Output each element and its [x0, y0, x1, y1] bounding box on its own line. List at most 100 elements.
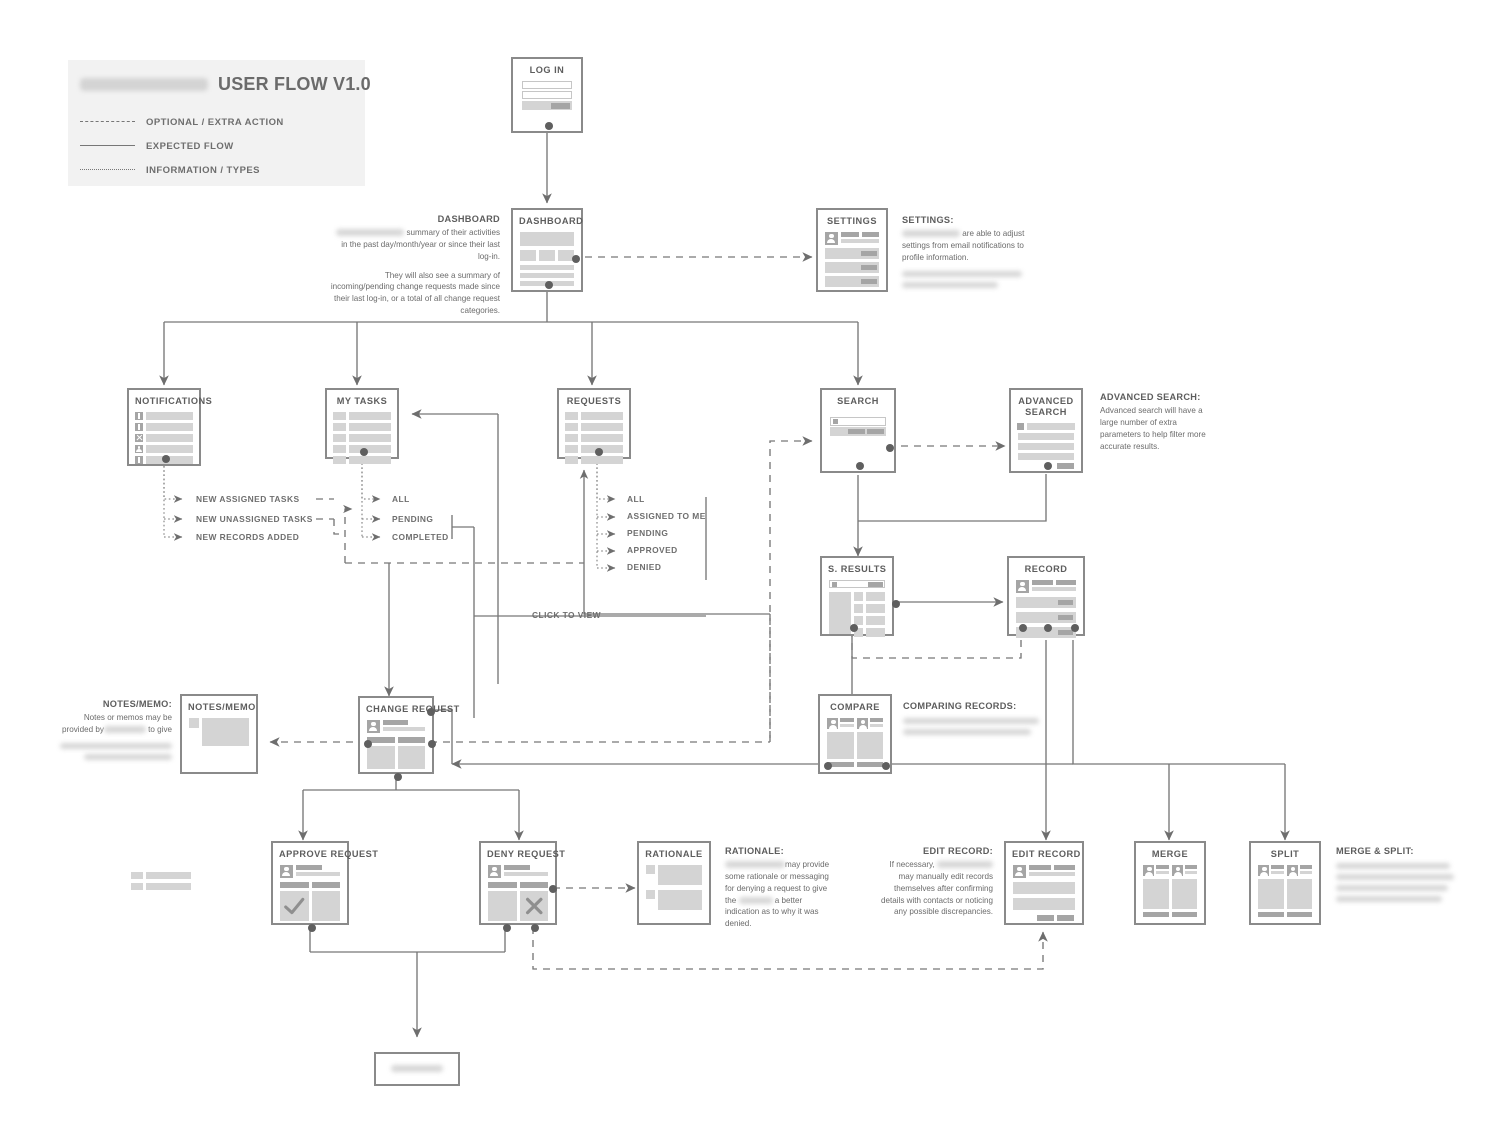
- settings-option-row[interactable]: [825, 275, 879, 287]
- card-my-tasks[interactable]: MY TASKS: [325, 388, 399, 464]
- card-search-results[interactable]: S. RESULTS: [820, 556, 900, 637]
- change-request-old-value[interactable]: [367, 745, 395, 769]
- advanced-search-field-row[interactable]: [1017, 422, 1075, 430]
- request-row[interactable]: [565, 422, 623, 431]
- request-row[interactable]: [565, 444, 623, 453]
- result-row[interactable]: [866, 627, 885, 637]
- login-username-field[interactable]: [522, 80, 572, 89]
- edit-record-cancel-button[interactable]: [1057, 914, 1074, 921]
- results-search-button[interactable]: [868, 582, 883, 588]
- edit-record-save-button[interactable]: [1037, 914, 1054, 921]
- record-field-row[interactable]: [1016, 596, 1076, 608]
- change-request-new-value[interactable]: [397, 745, 425, 769]
- notes-text-area[interactable]: [202, 717, 249, 746]
- card-notifications[interactable]: NOTIFICATIONS: [127, 388, 212, 466]
- record-field-row[interactable]: [1016, 611, 1076, 623]
- annotation-paragraph: Advanced search will have a large number…: [1100, 406, 1206, 451]
- split-record-a[interactable]: [1258, 878, 1284, 909]
- deny-button[interactable]: [519, 890, 548, 921]
- advanced-search-field[interactable]: [1027, 422, 1075, 430]
- card-title: MY TASKS: [336, 396, 388, 406]
- deny-detail-panel[interactable]: [488, 890, 517, 921]
- notification-row[interactable]: [135, 433, 193, 442]
- search-input[interactable]: [830, 416, 886, 426]
- card-change-request[interactable]: CHANGE REQUEST: [358, 696, 459, 781]
- results-facet-panel[interactable]: [829, 591, 851, 634]
- search-clear-button[interactable]: [867, 428, 884, 434]
- notification-row[interactable]: [135, 444, 193, 453]
- change-request-identity-row: [367, 719, 425, 733]
- request-row[interactable]: [565, 411, 623, 420]
- notification-row[interactable]: [135, 411, 193, 420]
- merge-record-b[interactable]: [1171, 878, 1197, 909]
- card-compare[interactable]: COMPARE: [818, 694, 892, 774]
- advanced-search-field[interactable]: [1018, 452, 1074, 460]
- task-row[interactable]: [333, 411, 391, 420]
- compare-record-b[interactable]: [856, 731, 883, 759]
- card-advanced-search[interactable]: ADVANCED SEARCH: [1009, 388, 1083, 473]
- dashboard-tile[interactable]: [520, 249, 536, 261]
- settings-toggle[interactable]: [861, 264, 877, 270]
- user-flow-diagram: USER FLOW V1.0 OPTIONAL / EXTRA ACTION E…: [0, 0, 1500, 1148]
- split-record-b[interactable]: [1286, 878, 1312, 909]
- compare-action-button[interactable]: [856, 761, 883, 767]
- settings-option-row[interactable]: [825, 247, 879, 259]
- rationale-text-block[interactable]: [658, 889, 702, 910]
- rationale-bullet: [646, 889, 655, 899]
- card-log-in[interactable]: LOG IN: [511, 57, 583, 133]
- card-deny-request[interactable]: DENY REQUEST: [479, 841, 565, 932]
- split-action-button[interactable]: [1286, 911, 1312, 917]
- merge-record-a[interactable]: [1143, 878, 1169, 909]
- merge-action-button[interactable]: [1171, 911, 1197, 917]
- card-requests[interactable]: REQUESTS: [557, 388, 631, 464]
- record-field-value: [1058, 599, 1073, 605]
- approve-button[interactable]: [280, 890, 309, 921]
- card-split[interactable]: SPLIT: [1249, 841, 1321, 925]
- card-record[interactable]: RECORD: [1007, 556, 1085, 638]
- task-row[interactable]: [333, 422, 391, 431]
- advanced-search-field[interactable]: [1018, 432, 1074, 440]
- notification-row[interactable]: [135, 422, 193, 431]
- card-edit-record[interactable]: EDIT RECORD: [1004, 841, 1084, 925]
- dashboard-tile[interactable]: [539, 249, 555, 261]
- card-search[interactable]: SEARCH: [820, 388, 896, 473]
- card-approve-request[interactable]: APPROVE REQUEST: [271, 841, 378, 932]
- advanced-search-submit-button[interactable]: [1057, 462, 1074, 469]
- task-text-bar: [349, 444, 391, 453]
- node-dashboard-bottom: [545, 281, 553, 289]
- task-row[interactable]: [333, 433, 391, 442]
- card-merge[interactable]: MERGE: [1134, 841, 1206, 925]
- search-icon: [832, 419, 838, 425]
- card-rationale[interactable]: RATIONALE: [637, 841, 711, 925]
- task-status-chip: [333, 455, 346, 464]
- compare-identity-row: [827, 717, 883, 730]
- edit-record-field[interactable]: [1013, 897, 1075, 910]
- compare-record-a[interactable]: [827, 731, 854, 759]
- merge-action-button[interactable]: [1143, 911, 1169, 917]
- split-action-button[interactable]: [1258, 911, 1284, 917]
- card-end-node[interactable]: [374, 1052, 460, 1086]
- advanced-search-field[interactable]: [1018, 442, 1074, 450]
- rationale-text-block[interactable]: [658, 864, 702, 885]
- request-row[interactable]: [565, 455, 623, 464]
- edit-record-field[interactable]: [1013, 881, 1075, 894]
- list-bar: [146, 872, 191, 879]
- login-password-field[interactable]: [522, 90, 572, 99]
- record-action-button[interactable]: [1058, 629, 1073, 635]
- settings-toggle[interactable]: [861, 250, 877, 256]
- card-notes-memo[interactable]: NOTES/MEMO: [180, 694, 258, 774]
- approve-detail-panel[interactable]: [311, 890, 340, 921]
- result-row[interactable]: [866, 603, 885, 613]
- result-row[interactable]: [866, 591, 885, 601]
- result-row[interactable]: [866, 615, 885, 625]
- flow-label-tasks-completed: COMPLETED: [392, 532, 449, 542]
- results-search-input[interactable]: [829, 579, 885, 588]
- card-settings[interactable]: SETTINGS: [816, 208, 888, 292]
- login-submit-button[interactable]: [551, 102, 570, 109]
- search-submit-button[interactable]: [848, 428, 865, 434]
- request-row[interactable]: [565, 433, 623, 442]
- settings-toggle[interactable]: [861, 278, 877, 284]
- card-dashboard[interactable]: DASHBOARD: [511, 208, 583, 292]
- task-row[interactable]: [333, 455, 391, 464]
- settings-option-row[interactable]: [825, 261, 879, 273]
